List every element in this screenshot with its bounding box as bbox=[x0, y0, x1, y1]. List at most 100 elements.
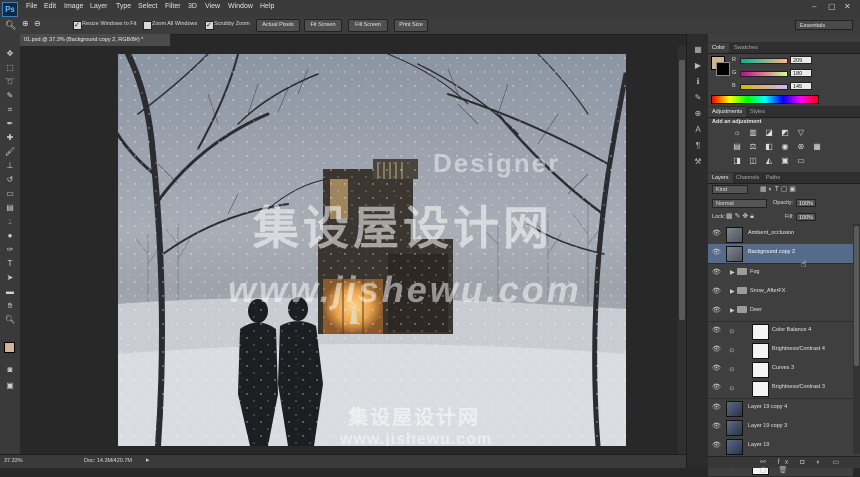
hand-tool-icon[interactable]: ✋︎ bbox=[4, 300, 16, 312]
lasso-tool-icon[interactable]: ➰ bbox=[4, 76, 16, 88]
group-expand-icon[interactable]: ▶ bbox=[730, 307, 735, 314]
minimize-icon[interactable]: – bbox=[812, 2, 816, 11]
history-panel-icon[interactable]: ▦ bbox=[692, 44, 704, 56]
zoom-all-checkbox[interactable] bbox=[143, 21, 152, 30]
character-panel-icon[interactable]: A bbox=[692, 124, 704, 136]
menu-filter[interactable]: Filter bbox=[165, 3, 181, 10]
color-background-swatch[interactable] bbox=[716, 62, 730, 76]
tab-paths[interactable]: Paths bbox=[762, 173, 784, 183]
layer-kind-filter[interactable]: Kind bbox=[712, 185, 748, 194]
layer-filter-icons[interactable]: ▦ ◐ T ▢ ▣ bbox=[760, 185, 796, 193]
layer-row[interactable]: 👁︎ Layer 19 bbox=[708, 437, 853, 458]
quick-mask-icon[interactable]: ◙ bbox=[4, 364, 16, 376]
menu-file[interactable]: File bbox=[26, 3, 37, 10]
layer-mask-thumbnail[interactable] bbox=[752, 342, 769, 359]
blur-tool-icon[interactable]: 💧︎ bbox=[4, 216, 16, 228]
layer-row[interactable]: 👁︎ Ambient_occlusion bbox=[708, 225, 853, 245]
move-tool-icon[interactable]: ✥ bbox=[4, 48, 16, 60]
clone-source-panel-icon[interactable]: ⊕ bbox=[692, 108, 704, 120]
visibility-eye-icon[interactable]: 👁︎ bbox=[712, 230, 721, 238]
visibility-eye-icon[interactable]: 👁︎ bbox=[712, 327, 721, 335]
menu-view[interactable]: View bbox=[205, 3, 220, 10]
photo-filter-adjust-icon[interactable]: ◉ bbox=[780, 142, 790, 152]
group-expand-icon[interactable]: ▶ bbox=[730, 269, 735, 276]
color-lookup-adjust-icon[interactable]: ▦ bbox=[812, 142, 822, 152]
levels-adjust-icon[interactable]: ▥ bbox=[748, 128, 758, 138]
gradient-map-adjust-icon[interactable]: ▭ bbox=[796, 156, 806, 166]
lock-icons[interactable]: ▦ ✎ ✥ 🔒︎ bbox=[726, 212, 754, 221]
exposure-adjust-icon[interactable]: ◩ bbox=[780, 128, 790, 138]
quick-select-tool-icon[interactable]: ✎ bbox=[4, 90, 16, 102]
zoom-level[interactable]: 37.33% bbox=[4, 458, 23, 464]
channel-b-slider[interactable] bbox=[740, 84, 788, 90]
pen-tool-icon[interactable]: ✑ bbox=[4, 244, 16, 256]
brightness-adjust-icon[interactable]: ☼ bbox=[732, 128, 742, 138]
menu-layer[interactable]: Layer bbox=[90, 3, 108, 10]
visibility-eye-icon[interactable]: 👁︎ bbox=[712, 307, 721, 315]
vibrance-adjust-icon[interactable]: ▽ bbox=[796, 128, 806, 138]
layer-thumbnail[interactable] bbox=[726, 246, 743, 263]
crop-tool-icon[interactable]: ⌗ bbox=[4, 104, 16, 116]
channel-r-value[interactable]: 209 bbox=[790, 56, 812, 64]
tab-styles[interactable]: Styles bbox=[746, 107, 769, 117]
layer-mask-thumbnail[interactable] bbox=[752, 362, 769, 379]
brush-tool-icon[interactable]: 🖌︎ bbox=[4, 146, 16, 158]
layer-row[interactable]: 👁︎ ▶ Snow_AfterFX bbox=[708, 282, 853, 303]
screen-mode-icon[interactable]: ▣ bbox=[4, 380, 16, 392]
zoom-in-icon[interactable]: ⊕ bbox=[22, 19, 29, 28]
status-arrow-icon[interactable]: ▸ bbox=[146, 456, 150, 464]
layer-thumbnail[interactable] bbox=[726, 227, 743, 243]
layer-row[interactable]: 👁︎ Layer 19 copy 4 bbox=[708, 398, 853, 419]
type-tool-icon[interactable]: T bbox=[4, 258, 16, 270]
tab-channels[interactable]: Channels bbox=[732, 173, 763, 183]
layer-thumbnail[interactable] bbox=[726, 400, 743, 417]
healing-tool-icon[interactable]: ✚ bbox=[4, 132, 16, 144]
layer-row[interactable]: 👁︎ ☼ Brightness/Contrast 3 bbox=[708, 379, 853, 400]
layer-mask-thumbnail[interactable] bbox=[752, 323, 769, 340]
layer-actions-icons[interactable]: ⚯ fx ◘ ◐ ▭ ▢ 🗑︎ bbox=[760, 458, 860, 474]
fit-screen-button[interactable]: Fit Screen bbox=[304, 19, 342, 32]
visibility-eye-icon[interactable]: 👁︎ bbox=[712, 384, 721, 392]
image-canvas[interactable]: Designer 集设屋设计网 www.jishewu.com 集设屋设计网 w… bbox=[118, 54, 626, 446]
zoom-out-icon[interactable]: ⊖ bbox=[34, 19, 41, 28]
threshold-adjust-icon[interactable]: ◭ bbox=[764, 156, 774, 166]
opacity-value[interactable]: 100% bbox=[796, 199, 816, 207]
posterize-adjust-icon[interactable]: ◫ bbox=[748, 156, 758, 166]
menu-help[interactable]: Help bbox=[260, 3, 274, 10]
invert-adjust-icon[interactable]: ◨ bbox=[732, 156, 742, 166]
path-select-tool-icon[interactable]: ➤ bbox=[4, 272, 16, 284]
visibility-eye-icon[interactable]: 👁︎ bbox=[712, 288, 721, 296]
maximize-icon[interactable]: ▢ bbox=[828, 2, 836, 11]
selective-color-adjust-icon[interactable]: ▣ bbox=[780, 156, 790, 166]
blend-mode-select[interactable]: Normal bbox=[712, 199, 767, 208]
tab-layers[interactable]: Layers bbox=[708, 173, 733, 183]
channel-mixer-adjust-icon[interactable]: ⊛ bbox=[796, 142, 806, 152]
brush-panel-icon[interactable]: ✎ bbox=[692, 92, 704, 104]
channel-g-slider[interactable] bbox=[740, 71, 788, 77]
history-brush-tool-icon[interactable]: ↺ bbox=[4, 174, 16, 186]
actions-panel-icon[interactable]: ▶ bbox=[692, 60, 704, 72]
marquee-tool-icon[interactable]: ⬚ bbox=[4, 62, 16, 74]
menu-3d[interactable]: 3D bbox=[188, 3, 197, 10]
layer-thumbnail[interactable] bbox=[726, 439, 743, 456]
tab-color[interactable]: Color bbox=[708, 43, 730, 53]
channel-r-slider[interactable] bbox=[740, 58, 788, 64]
gradient-tool-icon[interactable]: ▤ bbox=[4, 202, 16, 214]
hue-saturation-adjust-icon[interactable]: ▤ bbox=[732, 142, 742, 152]
actual-pixels-button[interactable]: Actual Pixels bbox=[256, 19, 300, 32]
visibility-eye-icon[interactable]: 👁︎ bbox=[712, 249, 721, 257]
print-size-button[interactable]: Print Size bbox=[394, 19, 428, 32]
menu-window[interactable]: Window bbox=[228, 3, 253, 10]
fill-screen-button[interactable]: Fill Screen bbox=[348, 19, 388, 32]
layer-thumbnail[interactable] bbox=[726, 420, 743, 436]
tool-presets-icon[interactable]: ⚒ bbox=[692, 156, 704, 168]
document-tab[interactable]: 01.psd @ 37.3% (Background copy 2, RGB/8… bbox=[20, 34, 170, 46]
visibility-eye-icon[interactable]: 👁︎ bbox=[712, 346, 721, 354]
layer-row[interactable]: 👁︎ ☼ Color Balance 4 bbox=[708, 321, 853, 342]
resize-windows-checkbox[interactable] bbox=[73, 21, 82, 30]
menu-type[interactable]: Type bbox=[116, 3, 131, 10]
foreground-color-swatch[interactable] bbox=[4, 342, 15, 353]
color-spectrum-bar[interactable] bbox=[711, 95, 819, 104]
layer-row[interactable]: 👁︎ Background copy 2 bbox=[708, 244, 853, 265]
curves-adjust-icon[interactable]: ◪ bbox=[764, 128, 774, 138]
